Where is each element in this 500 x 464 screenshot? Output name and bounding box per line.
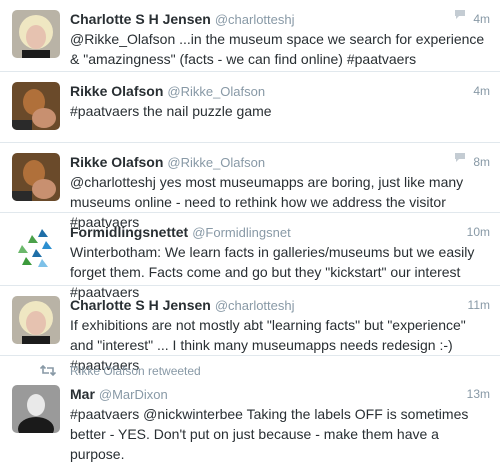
reply-indicator[interactable]	[454, 9, 466, 20]
tweet-author-name[interactable]: Rikke Olafson	[70, 83, 163, 99]
speech-bubble-icon	[455, 10, 465, 19]
retweet-context: Rikke Olafson retweeted	[40, 363, 201, 379]
tweet-text: #paatvaers the nail puzzle game	[70, 103, 272, 119]
tweet-text: @Rikke_Olafson ...in the museum space we…	[70, 31, 485, 67]
tweet-timestamp[interactable]: 11m	[468, 295, 490, 315]
tweet-author-name[interactable]: Charlotte S H Jensen	[70, 11, 211, 27]
tweet-author-name[interactable]: Charlotte S H Jensen	[70, 297, 211, 313]
tweet-timestamp[interactable]: 8m	[473, 152, 490, 172]
tweet-author-name[interactable]: Mar	[70, 386, 95, 402]
tweet-screen-name[interactable]: @charlotteshj	[215, 298, 295, 313]
tweet-timestamp[interactable]: 10m	[467, 222, 490, 242]
avatar-formidlingsnet[interactable]	[12, 223, 60, 271]
avatar-rikke-olafson[interactable]	[12, 153, 60, 201]
avatar-mardixon[interactable]	[12, 385, 60, 433]
tweet-item[interactable]: Rikke Olafson @Rikke_Olafson 4m #paatvaer…	[0, 72, 500, 143]
tweet-author-name[interactable]: Formidlingsnettet	[70, 224, 188, 240]
tweet-screen-name[interactable]: @Formidlingsnet	[192, 225, 290, 240]
tweet-item[interactable]: Rikke Olafson @Rikke_Olafson 8m @charlott…	[0, 143, 500, 230]
timeline: Charlotte S H Jensen @charlotteshj 4m @Ri…	[0, 0, 500, 462]
reply-indicator[interactable]	[454, 152, 466, 163]
tweet-timestamp[interactable]: 4m	[473, 9, 490, 29]
tweet-screen-name[interactable]: @MarDixon	[99, 387, 168, 402]
avatar-charlotteshj[interactable]	[12, 296, 60, 344]
tweet-item[interactable]: Formidlingsnettet @Formidlingsnet 10m Win…	[0, 213, 500, 300]
retweeted-by-label[interactable]: Rikke Olafson retweeted	[70, 364, 201, 378]
tweet-text: #paatvaers @nickwinterbee Taking the lab…	[70, 406, 469, 462]
tweet-timestamp[interactable]: 4m	[473, 81, 490, 101]
speech-bubble-icon	[455, 153, 465, 162]
tweet-screen-name[interactable]: @Rikke_Olafson	[167, 84, 265, 99]
tweet-timestamp[interactable]: 13m	[467, 384, 490, 404]
avatar-charlotteshj[interactable]	[12, 10, 60, 58]
tweet-screen-name[interactable]: @charlotteshj	[215, 12, 295, 27]
avatar-rikke-olafson[interactable]	[12, 82, 60, 130]
retweet-icon	[40, 365, 56, 376]
tweet-screen-name[interactable]: @Rikke_Olafson	[167, 155, 265, 170]
tweet-author-name[interactable]: Rikke Olafson	[70, 154, 163, 170]
tweet-item[interactable]: Charlotte S H Jensen @charlotteshj 4m @Ri…	[0, 0, 500, 72]
tweet-item[interactable]: Charlotte S H Jensen @charlotteshj 11m If…	[0, 286, 500, 373]
tweet-item[interactable]: Rikke Olafson retweeted Mar @MarDixon 13m…	[0, 356, 500, 462]
